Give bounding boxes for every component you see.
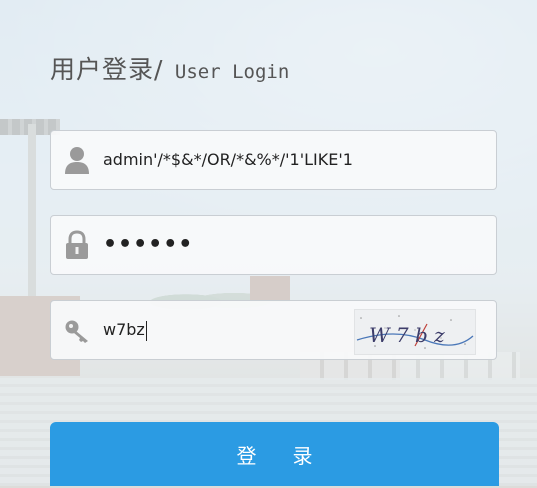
captcha-value: w7bz [103,320,145,339]
username-field[interactable]: admin'/*$&*/OR/*&%*/'1'LIKE'1 [50,130,497,190]
key-icon [63,315,91,345]
user-icon [63,145,91,175]
password-field[interactable]: •••••• [50,215,497,275]
username-input[interactable]: admin'/*$&*/OR/*&%*/'1'LIKE'1 [103,131,483,189]
login-title-cn: 用户登录/ [50,55,164,84]
captcha-image[interactable]: W 7 b z [354,309,476,355]
lock-icon [63,230,91,260]
login-title: 用户登录/ User Login [50,50,289,86]
password-input[interactable]: •••••• [103,216,483,274]
captcha-text: W 7 b z [369,323,445,347]
login-title-en: User Login [163,61,290,83]
login-button[interactable]: 登录 [50,422,499,486]
captcha-input[interactable]: w7bz [103,301,343,359]
captcha-field[interactable]: w7bz W 7 b z [50,300,497,360]
